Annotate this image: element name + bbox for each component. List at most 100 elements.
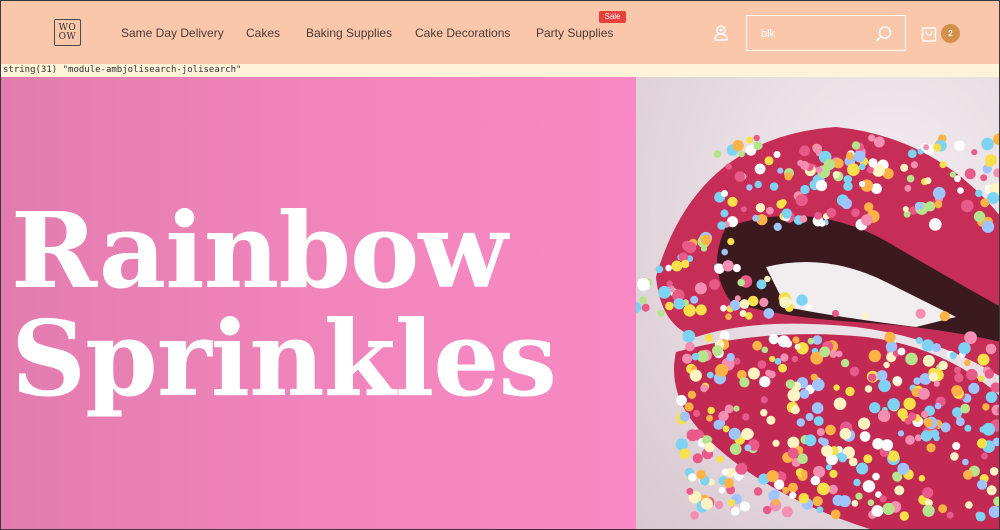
sprinkle-dot xyxy=(760,409,768,417)
sprinkle-dot xyxy=(962,458,969,466)
sprinkle-dot xyxy=(810,475,821,486)
sprinkle-dot xyxy=(666,280,673,287)
sprinkle-dot xyxy=(772,439,780,447)
sprinkle-dot xyxy=(981,220,995,233)
sprinkle-dot xyxy=(720,304,727,312)
sprinkle-dot xyxy=(637,278,650,291)
sprinkle-dot xyxy=(789,491,797,499)
cart-icon[interactable] xyxy=(921,24,937,42)
sprinkle-dot xyxy=(779,199,787,206)
sprinkle-dot xyxy=(939,311,950,322)
sprinkle-dot xyxy=(766,206,774,215)
sprinkle-dot xyxy=(841,198,852,210)
sprinkle-dot xyxy=(933,143,942,152)
search-icon[interactable] xyxy=(875,25,893,43)
hero-image-sprinkle-lips xyxy=(636,77,999,529)
sprinkle-dot xyxy=(939,161,947,169)
sprinkle-dot xyxy=(746,184,753,191)
sprinkle-dot xyxy=(993,133,999,145)
sprinkle-dot xyxy=(965,501,973,509)
sprinkle-dot xyxy=(728,499,736,507)
nav-item-cake-decorations[interactable]: Cake Decorations xyxy=(415,26,510,40)
hero-title-line-1: Rainbow xyxy=(11,189,508,312)
site-logo[interactable]: WO OW xyxy=(54,19,81,46)
sprinkle-dot xyxy=(982,403,990,411)
sprinkle-dot xyxy=(722,260,734,272)
sprinkle-dot xyxy=(740,206,747,213)
sprinkle-dot xyxy=(982,422,996,436)
nav-item-cakes[interactable]: Cakes xyxy=(246,26,280,40)
sprinkle-dot xyxy=(759,297,769,307)
sprinkle-dot xyxy=(707,406,715,415)
sprinkle-dot xyxy=(853,478,861,487)
sprinkle-dot xyxy=(690,511,699,520)
sprinkle-dot xyxy=(859,431,871,442)
sprinkle-dot xyxy=(838,453,848,463)
sprinkle-dot xyxy=(658,285,671,299)
sprinkle-dot xyxy=(655,265,664,274)
sprinkle-dot xyxy=(734,171,746,182)
sprinkle-dot xyxy=(754,180,762,189)
sprinkle-dot xyxy=(831,309,840,318)
sprinkle-dot xyxy=(753,141,763,151)
sprinkle-dot xyxy=(752,214,760,222)
cart-count-badge: 2 xyxy=(941,24,960,43)
debug-output: string(31) "module-ambjolisearch-jolisea… xyxy=(1,64,999,77)
sprinkle-dot xyxy=(700,234,712,246)
sprinkle-dot xyxy=(915,337,923,344)
sprinkle-dot xyxy=(706,414,713,422)
sprinkle-dot xyxy=(774,357,782,365)
hero-banner[interactable]: Rainbow Sprinkles xyxy=(1,77,636,529)
sprinkle-dot xyxy=(636,301,642,313)
sprinkle-dot xyxy=(897,430,905,437)
sprinkle-dot xyxy=(720,209,729,218)
sprinkle-dot xyxy=(806,304,813,311)
sprinkle-dot xyxy=(921,410,929,419)
sprinkle-dot xyxy=(981,137,994,151)
sprinkle-dot xyxy=(964,424,972,432)
sprinkle-dot xyxy=(903,397,916,410)
sprinkle-dot xyxy=(814,212,822,220)
user-icon[interactable] xyxy=(713,24,729,42)
sprinkle-dot xyxy=(739,310,747,317)
sprinkle-dot xyxy=(932,186,946,200)
sprinkle-dot xyxy=(714,500,724,510)
nav-item-same-day-delivery[interactable]: Same Day Delivery xyxy=(121,26,224,40)
sprinkle-dot xyxy=(686,487,694,495)
sprinkle-dot xyxy=(795,194,808,207)
sprinkle-dot xyxy=(812,143,822,154)
sprinkle-dot xyxy=(922,354,935,367)
sprinkle-dot xyxy=(964,168,976,180)
sprinkle-dot xyxy=(920,430,933,442)
sprinkle-dot xyxy=(807,337,815,345)
sprinkle-dot xyxy=(907,149,917,159)
sprinkle-dot xyxy=(871,505,884,517)
nav-item-party-supplies[interactable]: Party Supplies xyxy=(536,26,613,40)
sprinkle-dot xyxy=(682,353,693,364)
sprinkle-dot xyxy=(954,366,961,374)
sprinkle-dot xyxy=(794,343,801,350)
sprinkle-dot xyxy=(732,264,741,273)
sprinkle-dot xyxy=(781,208,792,219)
sprinkle-dot xyxy=(849,366,860,377)
sprinkle-dot xyxy=(724,404,734,414)
sprinkle-dot xyxy=(718,487,726,494)
sprinkle-dot xyxy=(671,260,683,272)
sprinkle-dot xyxy=(741,428,754,440)
sprinkle-dot xyxy=(665,301,674,311)
sprinkle-dot xyxy=(918,387,930,400)
sprinkle-dot xyxy=(926,443,936,453)
sprinkle-dot xyxy=(923,144,930,151)
sprinkle-dot xyxy=(766,415,776,425)
nav-item-baking-supplies[interactable]: Baking Supplies xyxy=(306,26,392,40)
sprinkle-dot xyxy=(815,166,823,174)
sprinkle-dot xyxy=(717,221,726,230)
sprinkle-dot xyxy=(764,275,771,283)
search-input[interactable] xyxy=(761,25,871,43)
sprinkle-dot xyxy=(810,373,818,381)
sprinkle-dot xyxy=(725,313,732,320)
sprinkle-dot xyxy=(929,218,942,231)
sprinkle-dot xyxy=(693,409,701,418)
sprinkle-dot xyxy=(817,482,830,496)
sprinkle-dot xyxy=(989,467,999,476)
